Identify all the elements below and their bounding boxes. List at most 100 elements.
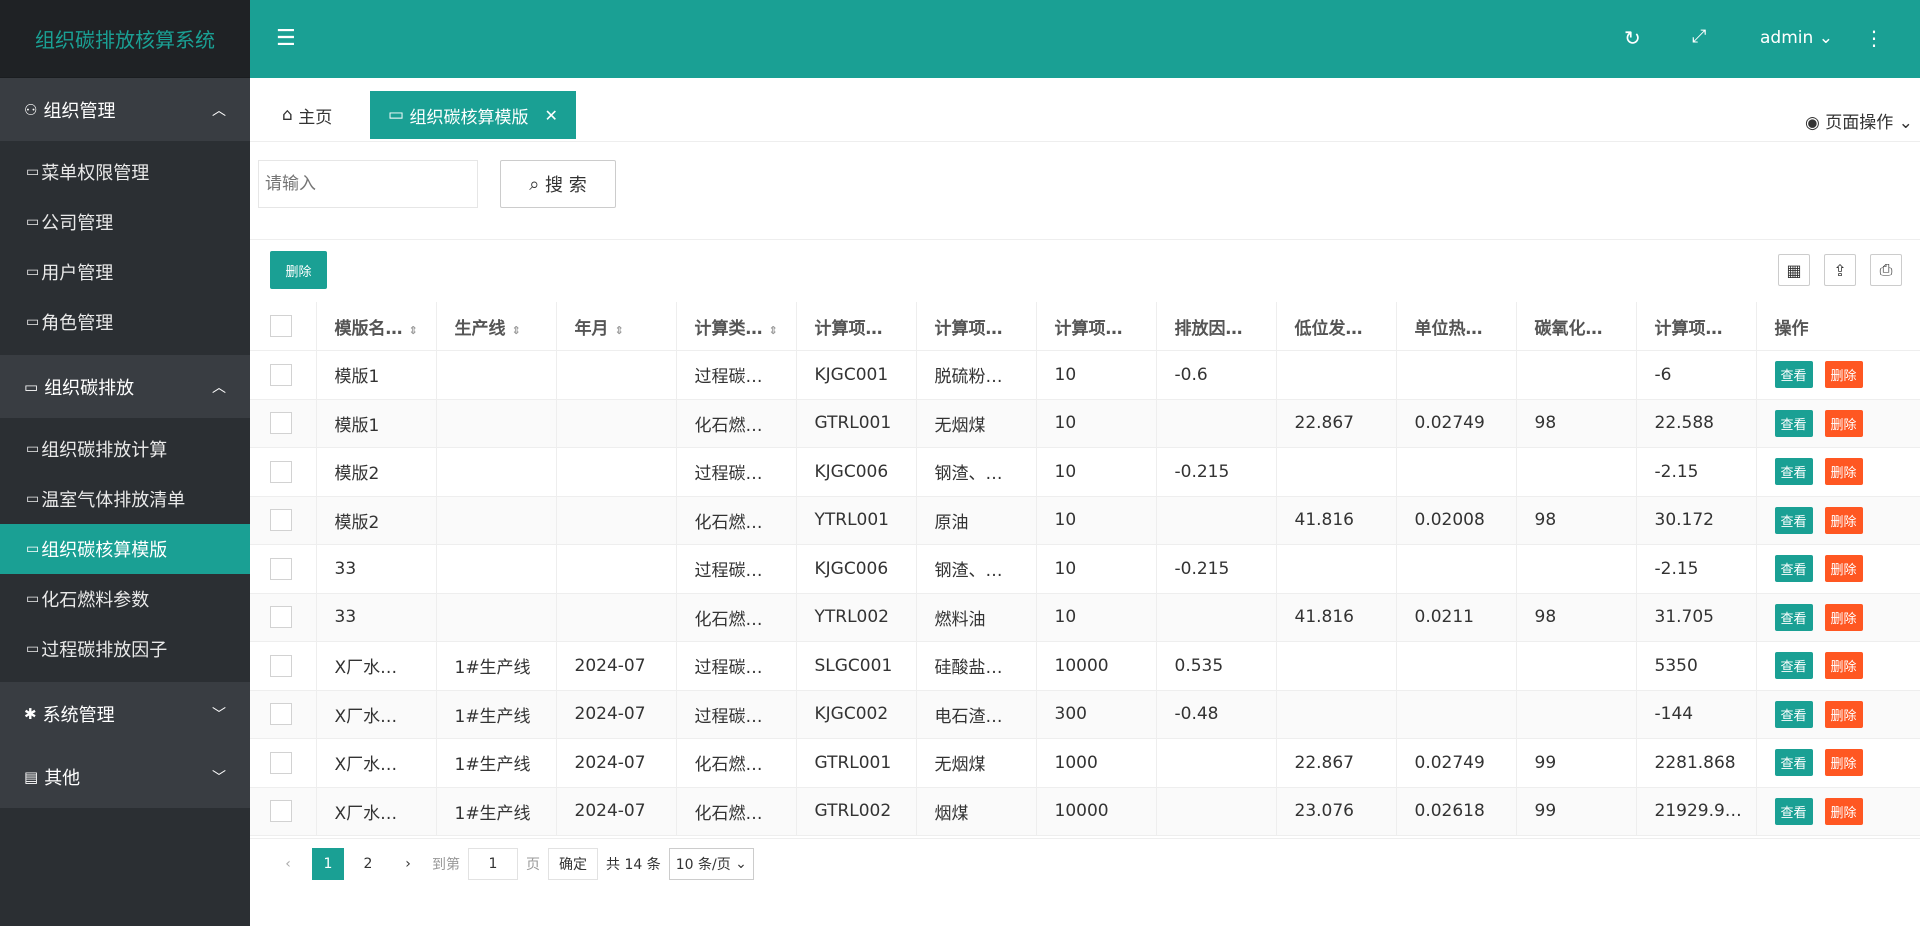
column-header[interactable]: 计算项… [796, 302, 917, 351]
tab-current[interactable]: ▭ 组织碳核算模版 ✕ [370, 91, 576, 139]
delete-button[interactable]: 删除 [1824, 555, 1863, 583]
column-header[interactable]: 计算类… ⇕ [676, 302, 797, 351]
view-button[interactable]: 查看 [1774, 409, 1813, 437]
column-header[interactable]: 单位热… [1396, 302, 1517, 351]
view-button[interactable]: 查看 [1774, 797, 1813, 825]
table-cell: -6 [1636, 350, 1757, 400]
delete-button[interactable]: 删除 [1824, 749, 1863, 777]
page-size-select[interactable]: 10 条/页 ⌄ [668, 847, 754, 880]
sidebar-item[interactable]: ▭ 化石燃料参数 [0, 574, 250, 624]
table-cell: 燃料油 [916, 593, 1037, 642]
goto-confirm-button[interactable]: 确定 [548, 847, 598, 880]
sidebar-group-1[interactable]: ▭ 组织碳排放 ︿ [0, 355, 250, 418]
table-cell: -0.215 [1156, 544, 1277, 594]
chevron-down-icon: ⌄ [1898, 113, 1913, 133]
print-icon[interactable]: ⎙ [1870, 254, 1902, 286]
row-checkbox[interactable] [270, 363, 292, 386]
row-checkbox[interactable] [270, 800, 292, 823]
sidebar-group-2[interactable]: ✱ 系统管理 ﹀ [0, 682, 250, 745]
delete-button[interactable]: 删除 [1824, 361, 1863, 389]
sort-icon[interactable]: ⇕ [409, 324, 418, 337]
chevron-down-icon: ﹀ [212, 769, 226, 786]
sidebar-group-0[interactable]: ⚇ 组织管理 ︿ [0, 78, 250, 141]
columns-icon[interactable]: ▦ [1778, 254, 1810, 286]
row-checkbox[interactable] [270, 751, 292, 774]
chevron-up-icon: ︿ [212, 379, 226, 396]
column-header[interactable]: 计算项… [1636, 302, 1757, 351]
sort-icon[interactable]: ⇕ [512, 324, 521, 337]
column-header[interactable]: 生产线 ⇕ [436, 302, 557, 351]
view-button[interactable]: 查看 [1774, 749, 1813, 777]
row-checkbox[interactable] [270, 703, 292, 726]
table-cell: 10 [1036, 447, 1157, 497]
sidebar-item[interactable]: ▭ 菜单权限管理 [0, 147, 250, 197]
search-button[interactable]: ⌕ 搜 索 [500, 160, 616, 208]
view-button[interactable]: 查看 [1774, 603, 1813, 631]
table-cell [436, 350, 557, 400]
user-menu[interactable]: admin ⌄ [1760, 28, 1833, 48]
page-1[interactable]: 1 [312, 847, 344, 880]
row-checkbox-cell [250, 544, 317, 594]
view-button[interactable]: 查看 [1774, 458, 1813, 486]
sidebar-item[interactable]: ▭ 组织碳排放计算 [0, 424, 250, 474]
view-button[interactable]: 查看 [1774, 361, 1813, 389]
column-header[interactable]: 排放因… [1156, 302, 1277, 351]
sidebar-item[interactable]: ▭ 角色管理 [0, 297, 250, 347]
column-header[interactable]: 年月 ⇕ [556, 302, 677, 351]
select-all-checkbox[interactable] [270, 315, 292, 337]
column-header[interactable]: 低位发… [1276, 302, 1397, 351]
sidebar-group-3[interactable]: ▤ 其他 ﹀ [0, 745, 250, 808]
view-button[interactable]: 查看 [1774, 555, 1813, 583]
fullscreen-icon[interactable]: ⤢ [1692, 26, 1706, 47]
table-cell: 化石燃… [676, 787, 797, 836]
sidebar-item[interactable]: ▭ 组织碳核算模版 [0, 524, 250, 574]
refresh-icon[interactable]: ↻ [1624, 26, 1641, 50]
row-checkbox[interactable] [270, 509, 292, 532]
next-page-icon[interactable]: › [392, 848, 424, 880]
sidebar-item[interactable]: ▭ 温室气体排放清单 [0, 474, 250, 524]
sort-icon[interactable]: ⇕ [769, 324, 778, 337]
row-actions: 查看 删除 [1756, 738, 1920, 788]
close-icon[interactable]: ✕ [544, 106, 557, 125]
prev-page-icon[interactable]: ‹ [272, 848, 304, 880]
more-icon[interactable]: ⋮ [1864, 26, 1884, 50]
column-header[interactable]: 计算项… [916, 302, 1037, 351]
column-header[interactable]: 计算项… [1036, 302, 1157, 351]
tab-home[interactable]: ⌂ 主页 [264, 91, 350, 139]
view-button[interactable]: 查看 [1774, 652, 1813, 680]
delete-button[interactable]: 删除 [1824, 409, 1863, 437]
delete-button[interactable]: 删除 [1824, 700, 1863, 728]
row-checkbox[interactable] [270, 606, 292, 629]
menu-toggle-icon[interactable]: ☰ [276, 26, 296, 51]
delete-button[interactable]: 删除 [1824, 797, 1863, 825]
delete-button[interactable]: 删除 [1824, 506, 1863, 534]
table-cell: 0.02618 [1396, 787, 1517, 836]
sidebar-group-label: 其他 [44, 767, 81, 789]
sidebar-item[interactable]: ▭ 过程碳排放因子 [0, 624, 250, 674]
view-button[interactable]: 查看 [1774, 700, 1813, 728]
table-cell: 过程碳… [676, 690, 797, 739]
column-header[interactable]: 碳氧化… [1516, 302, 1637, 351]
sort-icon[interactable]: ⇕ [615, 324, 624, 337]
sidebar-item[interactable]: ▭ 公司管理 [0, 197, 250, 247]
goto-page-input[interactable]: 1 [468, 847, 518, 880]
export-icon[interactable]: ⇪ [1824, 254, 1856, 286]
page-2[interactable]: 2 [352, 848, 384, 880]
delete-button[interactable]: 删除 [1824, 458, 1863, 486]
row-actions: 查看 删除 [1756, 787, 1920, 836]
search-input[interactable] [258, 160, 478, 208]
select-all-checkbox-cell [250, 302, 317, 351]
row-checkbox[interactable] [270, 654, 292, 677]
delete-button[interactable]: 删除 [1824, 603, 1863, 631]
batch-delete-button[interactable]: 删除 [270, 251, 327, 289]
view-button[interactable]: 查看 [1774, 506, 1813, 534]
column-header[interactable]: 模版名… ⇕ [316, 302, 437, 351]
row-checkbox[interactable] [270, 557, 292, 580]
delete-button[interactable]: 删除 [1824, 652, 1863, 680]
row-checkbox[interactable] [270, 460, 292, 483]
row-checkbox[interactable] [270, 412, 292, 435]
column-header[interactable]: 操作 [1756, 302, 1920, 351]
table-cell: 99 [1516, 787, 1637, 836]
page-operations-button[interactable]: ◉ 页面操作 ⌄ [1805, 108, 1913, 133]
sidebar-item[interactable]: ▭ 用户管理 [0, 247, 250, 297]
